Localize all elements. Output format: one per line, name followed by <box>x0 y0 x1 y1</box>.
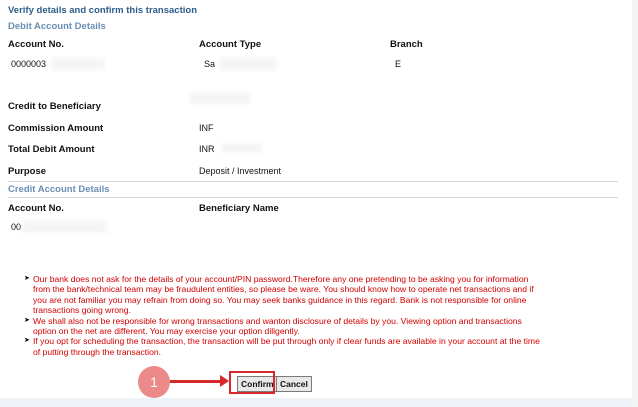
annotation-arrow <box>170 380 222 383</box>
bullet-icon: ➤ <box>24 316 30 324</box>
confirm-highlight-box <box>229 371 275 394</box>
section-divider <box>8 197 618 198</box>
debit-section-title: Debit Account Details <box>8 21 106 32</box>
redacted-area <box>22 221 107 233</box>
credit-to-beneficiary-label: Credit to Beneficiary <box>8 101 101 112</box>
purpose-value: Deposit / Investment <box>199 166 282 176</box>
credit-account-no-value: 00 <box>11 222 22 232</box>
disclaimer-notes: ➤ Our bank does not ask for the details … <box>24 274 544 357</box>
bottom-bar <box>0 398 632 407</box>
note-item: ➤ We shall also not be responsible for w… <box>24 315 522 337</box>
purpose-label: Purpose <box>8 166 47 177</box>
note-item: ➤ Our bank does not ask for the details … <box>24 274 534 316</box>
branch-value: E <box>395 59 402 69</box>
credit-account-no-label: Account No. <box>8 203 64 214</box>
redacted-area <box>50 58 105 70</box>
debit-account-no-label: Account No. <box>8 39 64 50</box>
note-item: ➤ If you opt for scheduling the transact… <box>24 336 540 357</box>
commission-amount-label: Commission Amount <box>8 123 104 134</box>
credit-section-title: Credit Account Details <box>8 184 110 195</box>
total-debit-amount-label: Total Debit Amount <box>8 144 95 155</box>
annotation-arrow-head <box>220 375 229 387</box>
beneficiary-name-label: Beneficiary Name <box>199 203 279 214</box>
redacted-area <box>190 92 250 104</box>
page-title: Verify details and confirm this transact… <box>8 5 197 16</box>
section-divider <box>8 181 618 182</box>
bullet-icon: ➤ <box>24 275 30 282</box>
cancel-button[interactable]: Cancel <box>276 376 312 392</box>
redacted-area <box>222 143 262 153</box>
scrollbar[interactable] <box>632 0 638 407</box>
account-type-value: Sa <box>204 59 216 69</box>
debit-account-no-value: 0000003 <box>11 59 47 69</box>
redacted-area <box>218 58 278 70</box>
account-type-label: Account Type <box>199 39 262 50</box>
total-debit-amount-value: INR <box>199 144 215 154</box>
step-badge: 1 <box>138 366 170 398</box>
branch-label: Branch <box>390 39 423 50</box>
bullet-icon: ➤ <box>24 337 30 345</box>
commission-amount-value: INF <box>199 123 214 133</box>
